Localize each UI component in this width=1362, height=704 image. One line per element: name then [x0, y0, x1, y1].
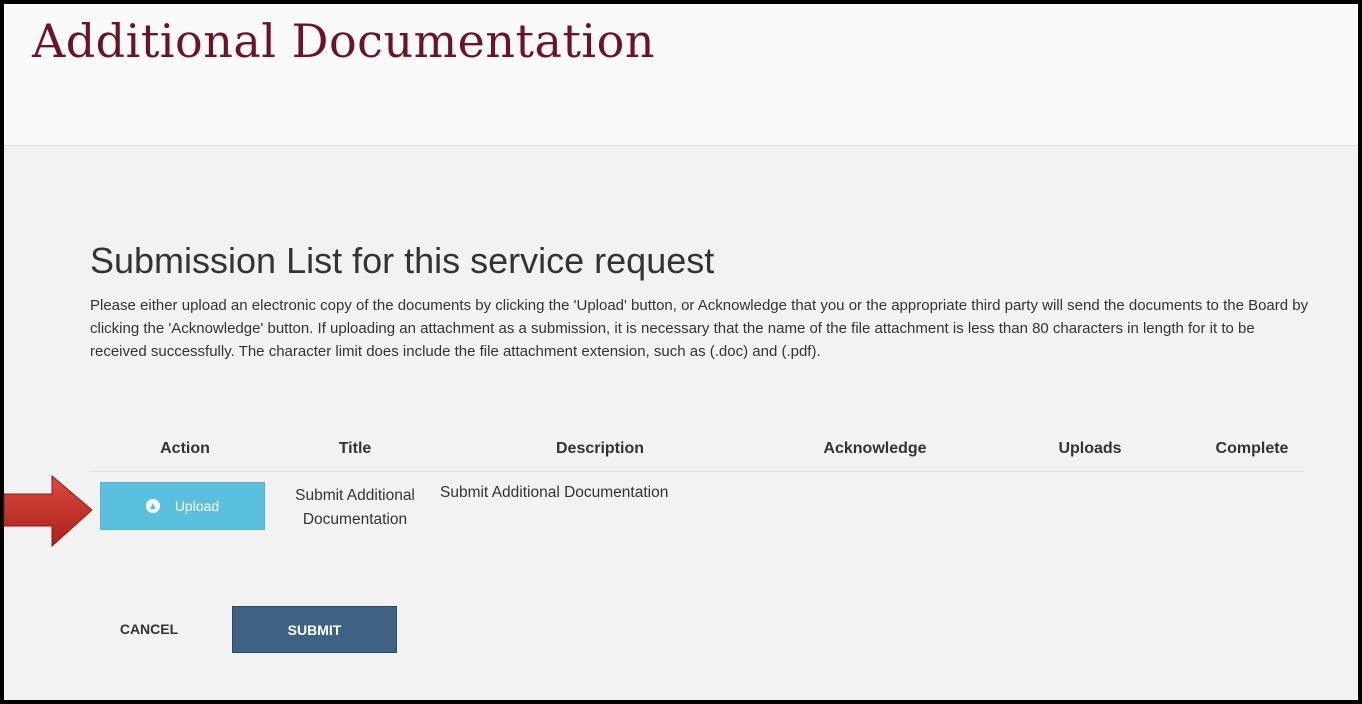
column-header-complete: Complete [1200, 426, 1304, 472]
description-cell: Submit Additional Documentation [440, 484, 669, 501]
submit-button[interactable]: SUBMIT [232, 606, 397, 653]
column-header-action: Action [90, 426, 280, 472]
instructions-text: Please either upload an electronic copy … [90, 297, 1309, 360]
upload-button[interactable]: ▲ Upload [100, 482, 265, 530]
page-header: Additional Documentation [4, 4, 1358, 146]
table-row: ▲ Upload Submit Additional Documentation… [90, 472, 1304, 533]
cancel-button[interactable]: CANCEL [94, 606, 204, 652]
page-title: Additional Documentation [32, 14, 655, 68]
complete-cell [1200, 472, 1304, 533]
page-frame: Additional Documentation Submission List… [0, 0, 1362, 704]
column-header-uploads: Uploads [980, 426, 1200, 472]
submission-section: Submission List for this service request… [90, 240, 1310, 363]
red-arrow-icon [3, 474, 92, 548]
action-cell: ▲ Upload [90, 472, 280, 533]
acknowledge-cell [770, 472, 980, 533]
submission-table: Action Title Description Acknowledge Upl… [90, 426, 1304, 532]
uploads-cell [980, 472, 1200, 533]
circle-arrow-up-icon: ▲ [145, 499, 160, 513]
title-cell: Submit Additional Documentation [280, 472, 430, 533]
section-heading: Submission List for this service request [90, 240, 715, 281]
row-title: Submit Additional Documentation [295, 487, 415, 528]
upload-button-label: Upload [174, 498, 220, 514]
column-header-acknowledge: Acknowledge [770, 426, 980, 472]
column-header-description: Description [430, 426, 770, 472]
table-header-row: Action Title Description Acknowledge Upl… [90, 426, 1304, 472]
column-header-title: Title [280, 426, 430, 472]
